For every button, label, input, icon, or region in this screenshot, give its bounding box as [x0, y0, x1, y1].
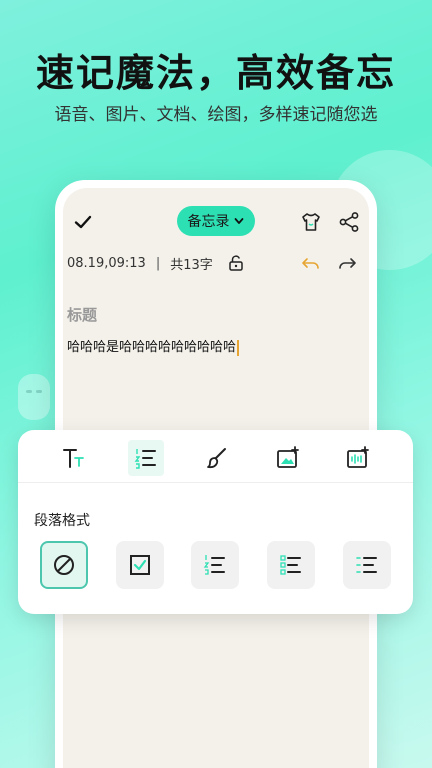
- format-panel: 段落格式: [18, 430, 413, 614]
- none-icon: [54, 555, 74, 575]
- note-body-text: 哈哈哈是哈哈哈哈哈哈哈哈哈: [67, 340, 237, 355]
- editor-topbar: 备忘录: [63, 206, 369, 238]
- list-format-button[interactable]: [128, 440, 164, 476]
- numbered-list-icon: [203, 555, 225, 575]
- check-icon[interactable]: [71, 210, 95, 234]
- image-icon: [277, 446, 299, 468]
- text-size-button[interactable]: [56, 440, 92, 476]
- bulleted-list-icon: [280, 555, 301, 575]
- dash-list-icon: [356, 557, 377, 573]
- insert-audio-button[interactable]: [340, 440, 376, 476]
- note-body-field[interactable]: 哈哈哈是哈哈哈哈哈哈哈哈哈: [67, 336, 239, 356]
- note-title-field[interactable]: 标题: [67, 304, 97, 325]
- text-caret: [237, 339, 239, 356]
- undo-icon[interactable]: [301, 254, 321, 272]
- notebook-select-button[interactable]: 备忘录: [177, 206, 255, 236]
- format-bulleted-list-button[interactable]: [267, 541, 315, 589]
- chevron-down-icon: [234, 218, 243, 224]
- decorative-ghost-icon: [18, 374, 50, 420]
- format-numbered-list-button[interactable]: [191, 541, 239, 589]
- audio-icon: [347, 446, 369, 468]
- format-checkbox-button[interactable]: [116, 541, 164, 589]
- format-dash-list-button[interactable]: [343, 541, 391, 589]
- note-date: 08.19,09:13: [67, 256, 146, 271]
- text-size-icon: [63, 449, 84, 468]
- redo-icon[interactable]: [337, 254, 357, 272]
- format-none-button[interactable]: [40, 541, 88, 589]
- share-icon[interactable]: [337, 210, 361, 234]
- checkbox-icon: [130, 555, 150, 575]
- editor-toolbar: [18, 440, 413, 476]
- meta-separator: |: [155, 256, 161, 271]
- list-format-icon: [134, 449, 156, 469]
- promo-headline: 速记魔法，高效备忘: [35, 51, 396, 95]
- unlock-icon[interactable]: [227, 254, 245, 272]
- brush-icon: [207, 448, 226, 469]
- panel-divider: [18, 482, 413, 483]
- note-meta: 08.19,09:13 | 共13字: [67, 254, 213, 273]
- brush-button[interactable]: [199, 440, 235, 476]
- notebook-label: 备忘录: [187, 214, 230, 230]
- theme-shirt-icon[interactable]: [299, 210, 323, 234]
- insert-image-button[interactable]: [270, 440, 306, 476]
- word-count: 共13字: [170, 258, 213, 273]
- paragraph-format-label: 段落格式: [34, 513, 90, 529]
- promo-subline: 语音、图片、文档、绘图，多样速记随您选: [54, 105, 378, 125]
